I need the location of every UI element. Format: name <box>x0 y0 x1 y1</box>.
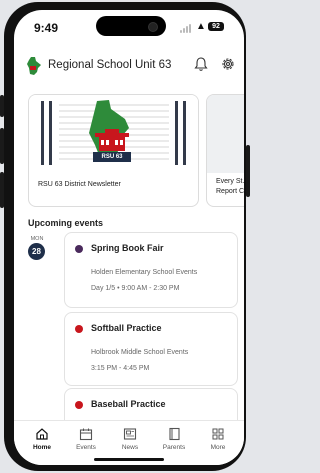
event-location: Holden Elementary School Events <box>91 269 198 276</box>
home-icon <box>36 428 48 440</box>
grid-icon <box>212 428 224 440</box>
date-day: 28 <box>28 243 45 260</box>
status-time: 9:49 <box>34 21 59 35</box>
maine-logo-icon <box>27 57 41 75</box>
newspaper-icon <box>123 428 137 440</box>
wifi-icon: ▲ <box>196 21 206 32</box>
news-title: Every St... Report C... <box>216 178 244 195</box>
event-time: Day 1/5 • 9:00 AM - 2:30 PM <box>91 285 180 292</box>
event-title: Spring Book Fair <box>91 243 164 253</box>
news-carousel[interactable]: RSU 63 RSU 63 District Newsletter Every … <box>14 94 244 207</box>
signal-icon <box>180 23 194 33</box>
app-screen: 9:49 ▲ 92 Regional School Unit 63 RSU 63… <box>14 10 244 465</box>
event-color-dot <box>75 401 83 409</box>
event-title: Baseball Practice <box>91 399 166 409</box>
tab-events[interactable]: Events <box>65 427 107 451</box>
tab-more[interactable]: More <box>197 427 239 451</box>
event-title: Softball Practice <box>91 323 162 333</box>
status-bar: 9:49 ▲ 92 <box>14 10 244 40</box>
tab-parents[interactable]: Parents <box>153 427 195 451</box>
newsletter-badge: RSU 63 <box>101 154 123 160</box>
tab-home[interactable]: Home <box>21 427 63 451</box>
event-color-dot <box>75 245 83 253</box>
event-location: Holbrook Middle School Events <box>91 349 189 356</box>
camera-icon <box>148 22 158 32</box>
app-header: Regional School Unit 63 <box>14 50 244 80</box>
home-indicator[interactable] <box>94 458 164 461</box>
tab-label: Events <box>76 444 96 451</box>
date-month: MON <box>30 236 44 242</box>
dynamic-island <box>96 16 166 36</box>
news-image <box>207 95 244 173</box>
tab-label: News <box>121 444 139 451</box>
gear-icon[interactable] <box>220 56 236 72</box>
newsletter-image <box>29 95 198 173</box>
power-button <box>246 145 250 197</box>
news-title: RSU 63 District Newsletter <box>38 181 121 188</box>
event-time: 3:15 PM - 4:45 PM <box>91 365 150 372</box>
news-card[interactable]: RSU 63 RSU 63 District Newsletter <box>28 94 199 207</box>
news-card[interactable]: Every St... Report C... <box>206 94 244 207</box>
bell-icon[interactable] <box>194 56 208 72</box>
phone-frame: 9:49 ▲ 92 Regional School Unit 63 RSU 63… <box>4 2 246 471</box>
date-marker: MON 28 <box>28 236 46 260</box>
tab-label: Home <box>32 444 52 451</box>
battery-indicator: 92 <box>208 22 224 31</box>
event-color-dot <box>75 325 83 333</box>
app-title: Regional School Unit 63 <box>48 59 172 71</box>
tab-label: More <box>210 444 226 451</box>
tab-label: Parents <box>162 444 186 451</box>
event-card[interactable]: Spring Book Fair Holden Elementary Schoo… <box>64 232 238 308</box>
book-icon <box>169 427 180 441</box>
event-card[interactable]: Softball Practice Holbrook Middle School… <box>64 312 238 386</box>
calendar-icon <box>79 428 93 441</box>
tab-news[interactable]: News <box>109 427 151 451</box>
upcoming-events-heading: Upcoming events <box>28 218 104 228</box>
